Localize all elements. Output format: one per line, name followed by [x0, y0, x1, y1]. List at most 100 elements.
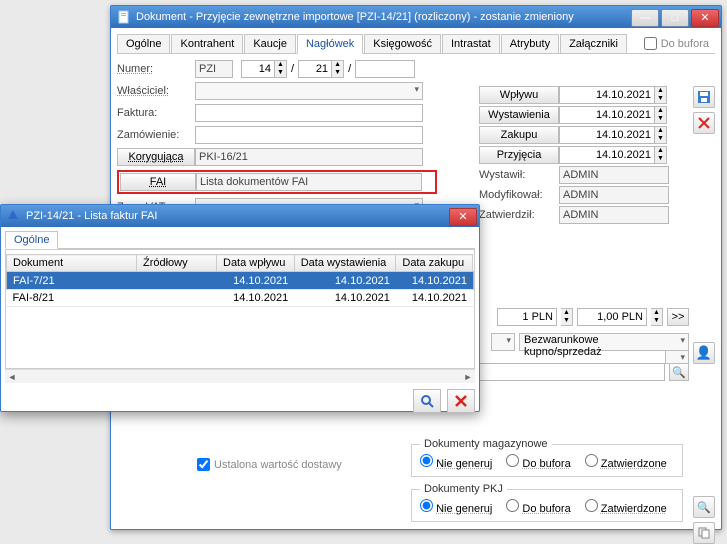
table-cell: 14.10.2021	[217, 272, 295, 290]
inline-search-button[interactable]: 🔍	[669, 363, 689, 381]
table-cell: FAI-7/21	[7, 272, 137, 290]
col-dokument[interactable]: Dokument	[7, 255, 137, 272]
wystawienia-button[interactable]: Wystawienia	[479, 106, 559, 124]
main-tabs: Ogólne Kontrahent Kaucje Nagłówek Księgo…	[117, 34, 715, 54]
action-side-column: 👤 🔍	[693, 86, 717, 544]
fs-mag-legend: Dokumenty magazynowe	[420, 438, 552, 450]
fai-table: Dokument Źródłowy Data wpływu Data wysta…	[6, 254, 474, 307]
table-row[interactable]: FAI-7/2114.10.202114.10.202114.10.2021	[7, 272, 474, 290]
table-cell: 14.10.2021	[294, 272, 396, 290]
minimize-button[interactable]: —	[631, 9, 659, 27]
wplywu-button[interactable]: Wpływu	[479, 86, 559, 104]
col-zakupu[interactable]: Data zakupu	[396, 255, 473, 272]
child-tabs: Ogólne	[5, 231, 475, 249]
pkj-opt-bufor[interactable]: Do bufora	[506, 499, 570, 515]
numer-n2-spinner[interactable]: ▲▼	[332, 60, 344, 78]
zakupu-spinner[interactable]: ▲▼	[655, 126, 667, 144]
child-button-bar	[5, 389, 475, 413]
close-button[interactable]: ✕	[691, 9, 719, 27]
table-cell: 14.10.2021	[396, 290, 473, 307]
faktura-input[interactable]	[195, 104, 423, 122]
fai-row-highlight: FAI	[117, 170, 437, 194]
korygujaca-value[interactable]	[195, 148, 423, 166]
col-wystawienia[interactable]: Data wystawienia	[294, 255, 396, 272]
ustalona-checkbox[interactable]	[197, 458, 210, 471]
h-scrollbar[interactable]: ◄►	[5, 369, 475, 383]
bezwarunkowe-row: Bezwarunkowe kupno/sprzedaż	[491, 333, 689, 351]
wplywu-date[interactable]	[559, 86, 655, 104]
tab-intrastat[interactable]: Intrastat	[442, 34, 500, 53]
child-title: PZI-14/21 - Lista faktur FAI	[26, 210, 449, 222]
qty-spinner[interactable]: ▲▼	[561, 308, 573, 326]
price-input[interactable]	[577, 308, 647, 326]
bezwar-drop2[interactable]	[665, 350, 689, 364]
tab-zalaczniki[interactable]: Załączniki	[560, 34, 627, 53]
przyjecia-button[interactable]: Przyjęcia	[479, 146, 559, 164]
maximize-button[interactable]: □	[661, 9, 689, 27]
przyjecia-spinner[interactable]: ▲▼	[655, 146, 667, 164]
wystawienia-spinner[interactable]: ▲▼	[655, 106, 667, 124]
table-cell: 14.10.2021	[217, 290, 295, 307]
numer-n1[interactable]	[241, 60, 275, 78]
wlasciciel-select[interactable]	[195, 82, 423, 100]
child-tab-ogolne[interactable]: Ogólne	[5, 231, 58, 249]
search-side-button[interactable]: 🔍	[693, 496, 715, 518]
wystawil-label: Wystawił:	[479, 169, 559, 181]
bezwar-prefix-select[interactable]	[491, 333, 515, 351]
main-titlebar[interactable]: Dokument - Przyjęcie zewnętrzne importow…	[111, 6, 721, 28]
fs-pkj: Dokumenty PKJ Nie generuj Do bufora Zatw…	[411, 483, 683, 522]
mag-opt-nie[interactable]: Nie generuj	[420, 454, 492, 470]
numer-n1-spinner[interactable]: ▲▼	[275, 60, 287, 78]
child-close-button[interactable]: ✕	[449, 208, 477, 226]
wystawienia-date[interactable]	[559, 106, 655, 124]
numer-series[interactable]	[195, 60, 233, 78]
table-row[interactable]: FAI-8/2114.10.202114.10.202114.10.2021	[7, 290, 474, 307]
qty-input[interactable]	[497, 308, 557, 326]
mag-opt-bufor[interactable]: Do bufora	[506, 454, 570, 470]
faktura-label: Faktura:	[117, 107, 195, 119]
table-cell: 14.10.2021	[294, 290, 396, 307]
child-magnify-button[interactable]	[413, 389, 441, 413]
tab-kontrahent[interactable]: Kontrahent	[171, 34, 243, 53]
child-dialog: PZI-14/21 - Lista faktur FAI ✕ Ogólne Do…	[0, 204, 480, 412]
numer-n2[interactable]	[298, 60, 332, 78]
numer-suffix[interactable]	[355, 60, 415, 78]
pkj-opt-nie[interactable]: Nie generuj	[420, 499, 492, 515]
col-zrodlowy[interactable]: Źródłowy	[137, 255, 217, 272]
fai-value[interactable]	[196, 173, 422, 191]
price-spinner[interactable]: ▲▼	[651, 308, 663, 326]
korygujaca-button[interactable]: Korygująca	[117, 148, 195, 166]
copy-button[interactable]	[693, 522, 715, 544]
window-buttons: — □ ✕	[631, 8, 721, 27]
col-wplywu[interactable]: Data wpływu	[217, 255, 295, 272]
header-left-block: Numer: ▲▼ / ▲▼ / Właściciel: Faktura: Z	[117, 60, 437, 216]
tab-naglowek[interactable]: Nagłówek	[297, 34, 363, 54]
currency-go-button[interactable]: >>	[667, 308, 689, 326]
fai-table-wrap[interactable]: Dokument Źródłowy Data wpływu Data wysta…	[5, 249, 475, 369]
mag-opt-zatw[interactable]: Zatwierdzone	[585, 454, 667, 470]
zakupu-button[interactable]: Zakupu	[479, 126, 559, 144]
tab-ogolne[interactable]: Ogólne	[117, 34, 170, 53]
fs-pkj-legend: Dokumenty PKJ	[420, 483, 507, 495]
cancel-button[interactable]	[693, 112, 715, 134]
bezwar-select[interactable]: Bezwarunkowe kupno/sprzedaż	[519, 333, 689, 351]
zakupu-date[interactable]	[559, 126, 655, 144]
fai-button[interactable]: FAI	[120, 173, 196, 191]
przyjecia-date[interactable]	[559, 146, 655, 164]
tab-kaucje[interactable]: Kaucje	[244, 34, 296, 53]
tab-atrybuty[interactable]: Atrybuty	[501, 34, 559, 53]
pkj-opt-zatw[interactable]: Zatwierdzone	[585, 499, 667, 515]
do-bufora-checkbox[interactable]	[644, 37, 657, 50]
tab-ksiegowosc[interactable]: Księgowość	[364, 34, 441, 53]
user-button[interactable]: 👤	[693, 342, 715, 364]
header-right-block: Wpływu ▲▼ Wystawienia ▲▼ Zakupu ▲▼ Przyj…	[479, 86, 689, 226]
doc-icon	[117, 10, 131, 24]
child-delete-button[interactable]	[447, 389, 475, 413]
save-button[interactable]	[693, 86, 715, 108]
wplywu-spinner[interactable]: ▲▼	[655, 86, 667, 104]
zamowienie-input[interactable]	[195, 126, 423, 144]
child-titlebar[interactable]: PZI-14/21 - Lista faktur FAI ✕	[1, 205, 479, 227]
ustalona-check[interactable]: Ustalona wartość dostawy	[197, 458, 342, 471]
fs-magazynowe: Dokumenty magazynowe Nie generuj Do bufo…	[411, 438, 683, 477]
do-bufora-check[interactable]: Do bufora	[644, 37, 709, 50]
